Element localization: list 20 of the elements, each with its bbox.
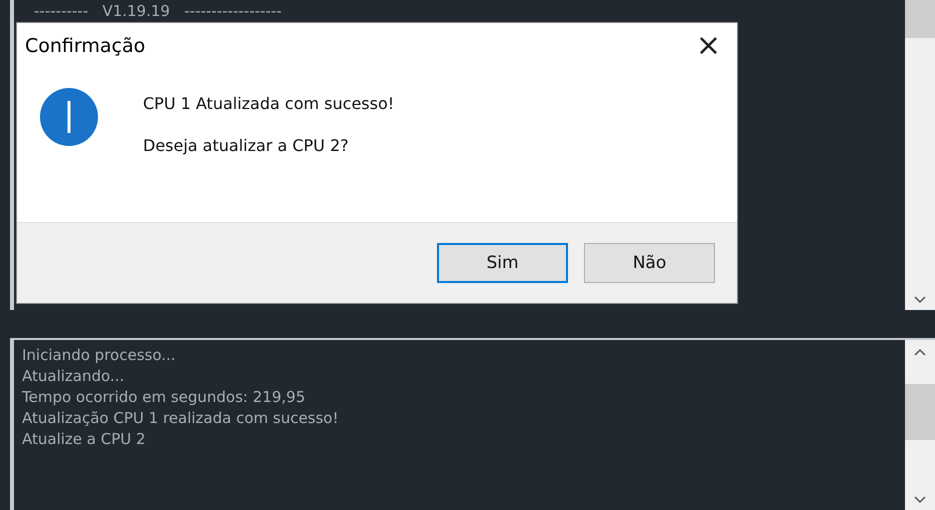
log-line: Atualize a CPU 2 [22,429,147,450]
log-line: Atualização CPU 1 realizada com sucesso! [22,408,340,429]
close-button[interactable]: × [696,31,721,61]
scroll-down-icon[interactable] [914,296,926,304]
info-icon [39,87,99,147]
scrollbar[interactable] [905,0,935,310]
dialog-title: Confirmação [25,35,146,57]
log-line: Atualizando... [22,366,126,387]
log-line: ---------- V1.19.19 ------------------ [34,1,283,22]
scroll-down-icon[interactable] [914,496,926,504]
scrollbar-thumb[interactable] [905,384,935,440]
dialog-message: CPU 1 Atualizada com sucesso! [143,93,394,115]
dialog-button[interactable]: Sim [437,243,568,283]
scroll-up-icon[interactable] [914,348,926,356]
dialog-button[interactable]: Não [584,243,715,283]
log-line: Iniciando processo... [22,345,177,366]
log-line: Tempo ocorrido em segundos: 219,95 [22,387,306,408]
scrollbar-thumb[interactable] [905,0,935,38]
dialog-message: Deseja atualizar a CPU 2? [143,135,350,157]
scrollbar[interactable] [905,340,935,510]
